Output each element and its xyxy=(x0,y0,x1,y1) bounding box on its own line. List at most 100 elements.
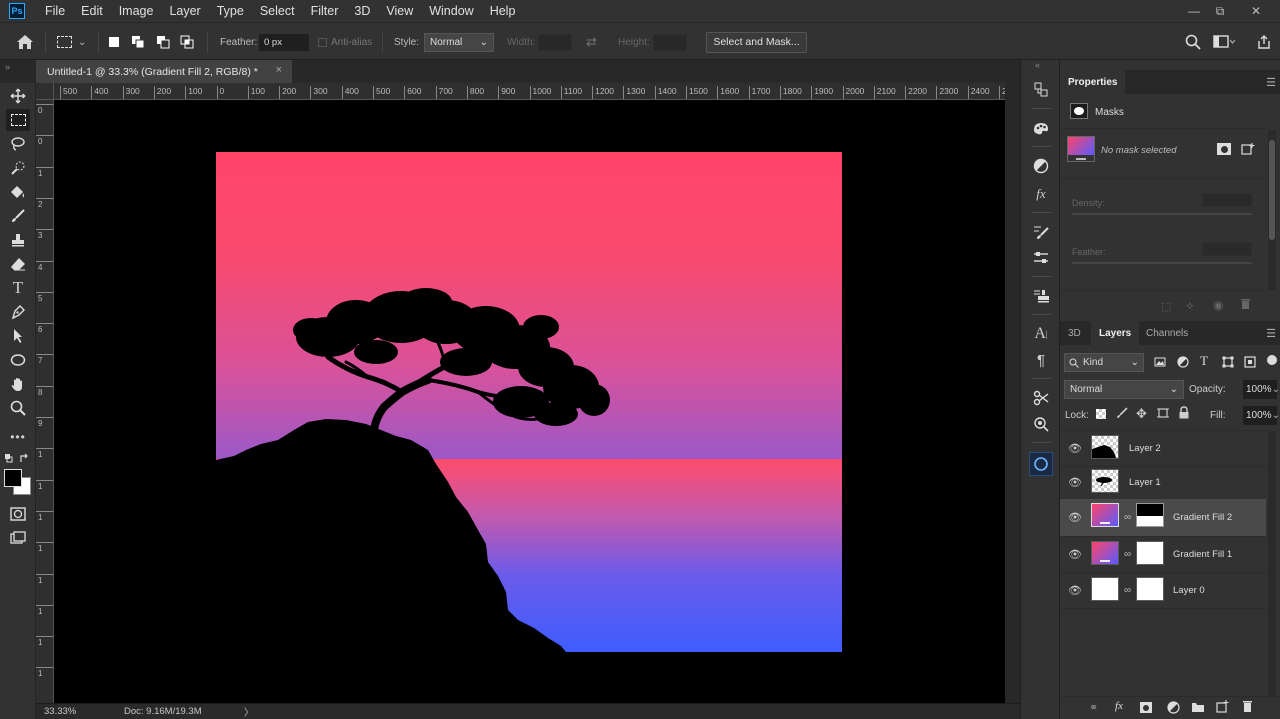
menu-select[interactable]: Select xyxy=(252,0,303,22)
clone-source-icon[interactable] xyxy=(1029,284,1053,308)
layers-panel-menu-icon[interactable]: ☰ xyxy=(1266,327,1276,340)
more-tools-icon[interactable]: ••• xyxy=(6,426,30,448)
feather-prop-slider[interactable] xyxy=(1072,262,1252,264)
foreground-color-swatch[interactable] xyxy=(4,469,22,487)
canvas-area[interactable] xyxy=(54,100,1005,703)
style-select[interactable]: Normal ⌄ xyxy=(424,32,494,52)
mask-thumbnail[interactable] xyxy=(1136,577,1164,601)
filter-shape-icon[interactable] xyxy=(1222,356,1234,371)
intersect-selection-icon[interactable] xyxy=(180,23,194,61)
document-canvas[interactable] xyxy=(216,152,842,652)
lock-artboard-icon[interactable] xyxy=(1157,407,1169,422)
menu-3d[interactable]: 3D xyxy=(346,0,378,22)
filter-type-icon[interactable]: T xyxy=(1200,353,1208,369)
paragraph-icon[interactable]: ¶ xyxy=(1029,348,1053,372)
new-group-icon[interactable] xyxy=(1191,701,1205,716)
menu-filter[interactable]: Filter xyxy=(303,0,347,22)
link-icon[interactable]: ∞ xyxy=(1124,549,1131,560)
collapse-toolbar-icon[interactable]: » xyxy=(0,60,36,83)
mask-thumbnail[interactable] xyxy=(1136,503,1164,527)
lock-image-icon[interactable] xyxy=(1116,407,1128,422)
brush-settings-icon[interactable] xyxy=(1029,220,1053,244)
density-slider[interactable] xyxy=(1072,213,1252,215)
feather-prop-input[interactable] xyxy=(1202,242,1252,256)
minimize-button[interactable]: — xyxy=(1182,0,1206,22)
add-vector-mask-icon[interactable] xyxy=(1241,142,1255,159)
layers-scrollbar[interactable] xyxy=(1268,431,1276,711)
layer-name[interactable]: Layer 0 xyxy=(1173,585,1205,596)
layer-row[interactable]: 👁 Layer 1 xyxy=(1060,465,1266,501)
adjustments-icon[interactable] xyxy=(1029,154,1053,178)
width-input[interactable] xyxy=(538,33,572,51)
marquee-preset-icon[interactable]: ⌄ xyxy=(57,23,86,61)
default-colors-icon[interactable] xyxy=(4,453,32,468)
filter-toggle-icon[interactable] xyxy=(1267,355,1277,365)
delete-mask-icon[interactable] xyxy=(1240,298,1251,313)
menu-image[interactable]: Image xyxy=(111,0,162,22)
menu-view[interactable]: View xyxy=(378,0,421,22)
blend-mode-select[interactable]: Normal ⌄ xyxy=(1064,380,1184,399)
eye-icon[interactable]: 👁 xyxy=(1068,442,1082,455)
layer-row[interactable]: 👁 ∞ Gradient Fill 1 xyxy=(1060,537,1266,573)
new-adjustment-icon[interactable] xyxy=(1167,701,1180,717)
share-icon[interactable] xyxy=(1256,23,1272,61)
eye-icon[interactable]: 👁 xyxy=(1068,548,1082,561)
delete-layer-icon[interactable] xyxy=(1242,700,1253,716)
tab-channels[interactable]: Channels xyxy=(1138,321,1196,345)
stamp-tool-icon[interactable] xyxy=(6,229,30,251)
marquee-tool-icon[interactable] xyxy=(6,109,30,131)
density-input[interactable] xyxy=(1202,193,1252,207)
layer-name[interactable]: Layer 2 xyxy=(1129,443,1161,454)
document-tab[interactable]: Untitled-1 @ 33.3% (Gradient Fill 2, RGB… xyxy=(36,60,292,83)
opacity-input[interactable]: 100% ⌄ xyxy=(1243,380,1280,399)
tab-layers[interactable]: Layers xyxy=(1091,321,1140,345)
zoom-level[interactable]: 33.33% xyxy=(44,706,76,717)
libraries-icon[interactable] xyxy=(1029,452,1053,476)
properties-target-icon[interactable] xyxy=(1029,412,1053,436)
close-icon[interactable]: × xyxy=(276,64,282,76)
tab-properties[interactable]: Properties xyxy=(1060,70,1126,94)
menu-edit[interactable]: Edit xyxy=(73,0,111,22)
visibility-toggle-icon[interactable]: ◉ xyxy=(1213,298,1223,312)
zoom-tool-icon[interactable] xyxy=(6,397,30,419)
menu-help[interactable]: Help xyxy=(482,0,524,22)
new-selection-icon[interactable] xyxy=(109,23,119,61)
tab-3d[interactable]: 3D xyxy=(1060,321,1089,345)
hand-tool-icon[interactable] xyxy=(6,373,30,395)
filter-smart-object-icon[interactable] xyxy=(1244,356,1256,371)
collapse-dock-icon[interactable]: « xyxy=(1035,60,1040,70)
lock-all-icon[interactable] xyxy=(1178,406,1190,422)
add-pixel-mask-icon[interactable] xyxy=(1217,143,1231,155)
layer-name[interactable]: Gradient Fill 2 xyxy=(1173,512,1232,523)
lock-position-icon[interactable]: ✥ xyxy=(1136,406,1147,422)
swap-dimensions-icon[interactable]: ⇄ xyxy=(586,23,597,61)
tool-presets-icon[interactable] xyxy=(1029,386,1053,410)
character-icon[interactable]: A | xyxy=(1029,322,1053,346)
brush-tool-icon[interactable] xyxy=(6,205,30,227)
ruler-origin[interactable] xyxy=(36,83,54,100)
panel-menu-icon[interactable]: ☰ xyxy=(1266,76,1276,89)
quick-mask-icon[interactable] xyxy=(6,503,30,525)
filter-kind-select[interactable]: Kind ⌄ xyxy=(1064,353,1144,372)
subtract-selection-icon[interactable] xyxy=(156,23,170,61)
status-menu-arrow[interactable]: 〉 xyxy=(244,705,254,719)
workspace-icon[interactable] xyxy=(1213,23,1235,61)
menu-layer[interactable]: Layer xyxy=(161,0,208,22)
eraser-tool-icon[interactable] xyxy=(6,253,30,275)
fill-input[interactable]: 100% ⌄ xyxy=(1243,406,1280,425)
select-and-mask-button[interactable]: Select and Mask... xyxy=(706,31,807,53)
close-window-button[interactable]: ✕ xyxy=(1244,0,1268,22)
restore-button[interactable]: ⧉ xyxy=(1208,0,1232,22)
layer-name[interactable]: Gradient Fill 1 xyxy=(1173,549,1232,560)
apply-mask-icon[interactable]: ⟡ xyxy=(1186,298,1194,313)
eye-icon[interactable]: 👁 xyxy=(1068,511,1082,524)
path-selection-tool-icon[interactable] xyxy=(6,325,30,347)
layer-row[interactable]: 👁 ∞ Gradient Fill 2 xyxy=(1060,499,1266,537)
paint-bucket-tool-icon[interactable] xyxy=(6,181,30,203)
add-selection-icon[interactable] xyxy=(131,23,145,61)
anti-alias-checkbox[interactable]: Anti-alias xyxy=(318,23,372,61)
home-icon[interactable] xyxy=(16,23,34,61)
filter-adjustment-icon[interactable] xyxy=(1177,356,1189,371)
eye-icon[interactable]: 👁 xyxy=(1068,584,1082,597)
lasso-tool-icon[interactable] xyxy=(6,133,30,155)
